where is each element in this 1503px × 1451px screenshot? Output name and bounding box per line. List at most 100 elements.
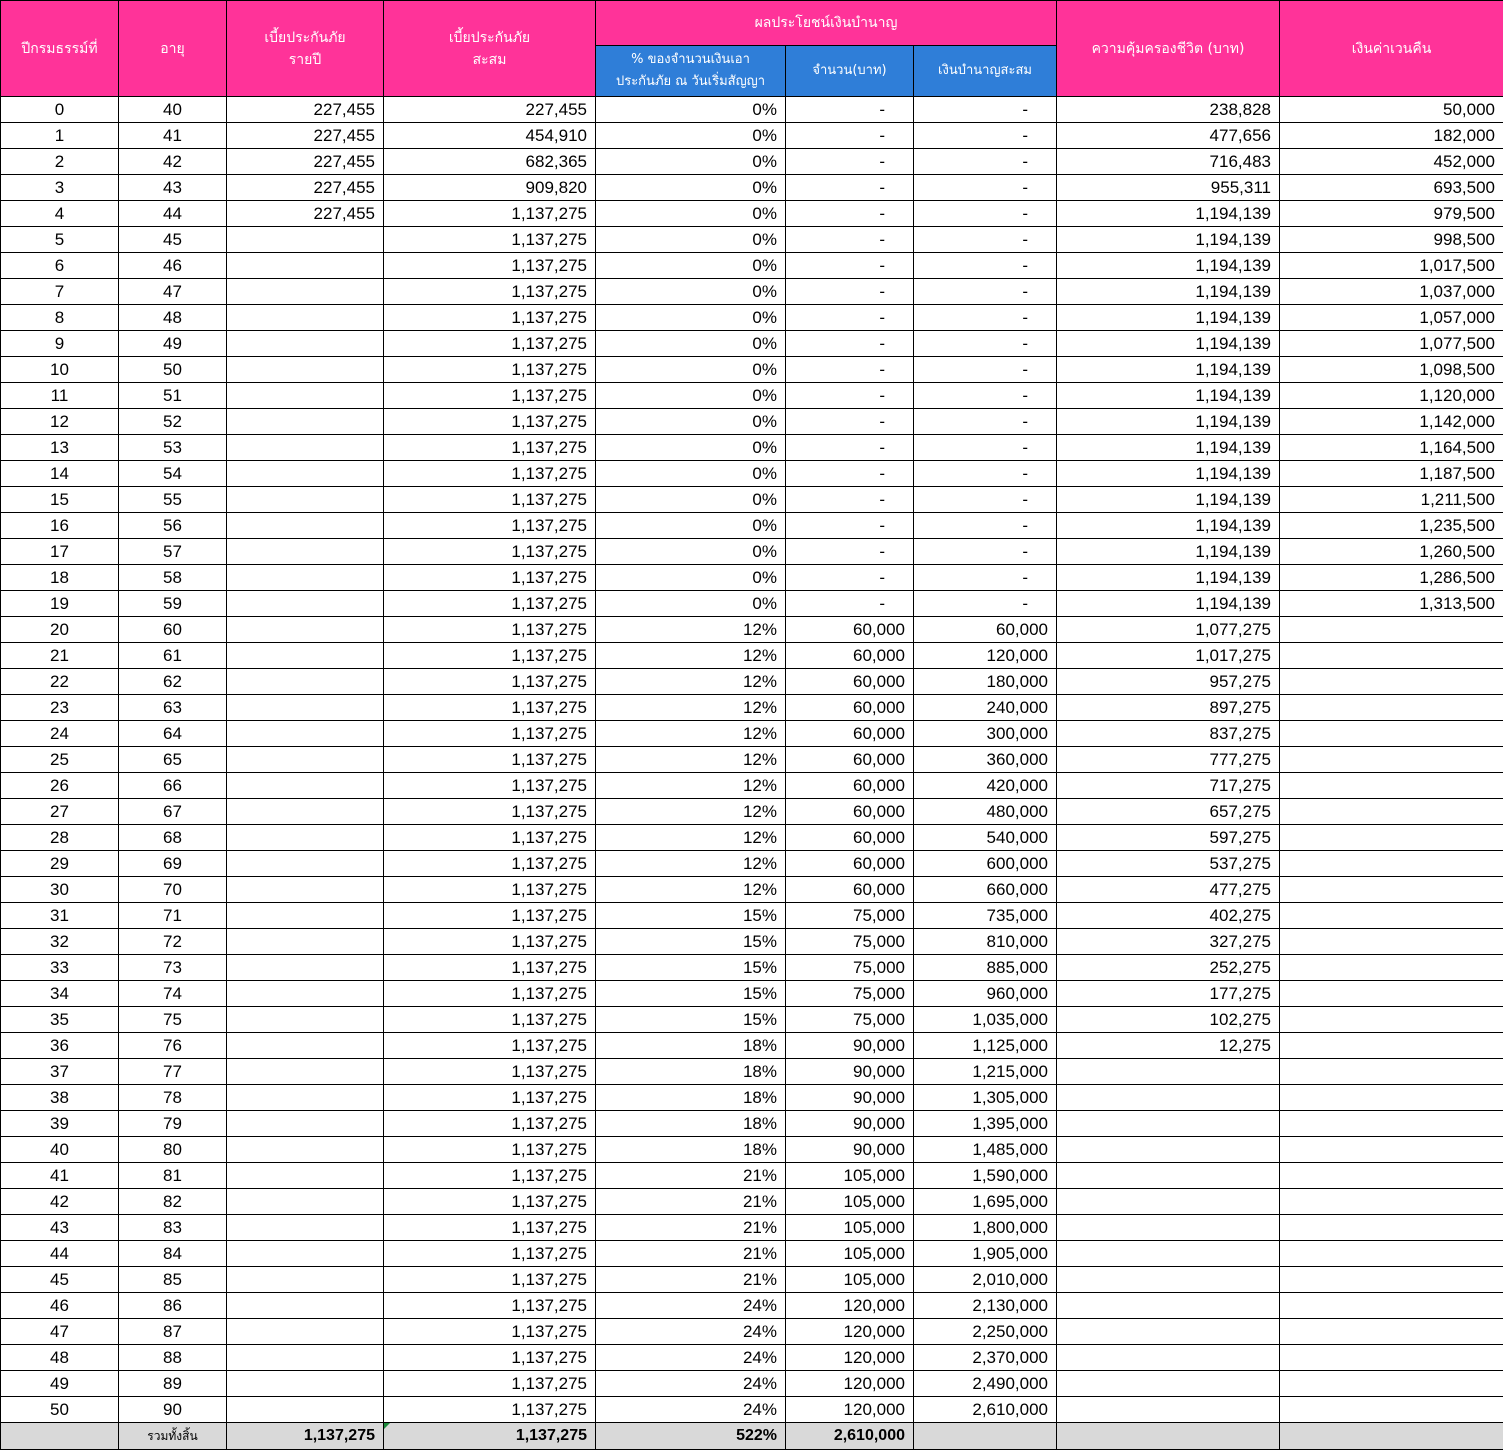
table-row: 26 66 1,137,275 12% 60,000 420,000 717,275 (0, 772, 1503, 799)
table-row: 36 76 1,137,275 18% 90,000 1,125,000 12,275 (0, 1032, 1503, 1059)
cell-surrender-value (1279, 746, 1503, 773)
table-row: 48 88 1,137,275 24% 120,000 2,370,000 (0, 1344, 1503, 1371)
cell-pension-percent: 0% (595, 148, 786, 175)
table-row: 7 47 1,137,275 0% - -1,194,139 1,037,000 (0, 278, 1503, 305)
cell-surrender-value (1279, 1344, 1503, 1371)
cell-age: 54 (118, 460, 227, 487)
cell-surrender-value (1279, 1292, 1503, 1319)
total-empty-cell (0, 1422, 119, 1450)
cell-pension-cumulative: 1,590,000 (913, 1162, 1057, 1189)
cell-cumulative-premium: 1,137,275 (383, 1292, 596, 1319)
cell-annual-premium (226, 1136, 384, 1163)
cell-cumulative-premium: 1,137,275 (383, 200, 596, 227)
cell-pension-cumulative: - (913, 538, 1057, 565)
cell-life-coverage: 1,077,275 (1056, 616, 1280, 643)
table-row: 45 85 1,137,275 21% 105,000 2,010,000 (0, 1266, 1503, 1293)
cell-policy-year: 3 (0, 174, 119, 201)
cell-pension-percent: 18% (595, 1032, 786, 1059)
cell-annual-premium (226, 1214, 384, 1241)
cell-life-coverage (1056, 1318, 1280, 1345)
cell-pension-amount: - (785, 278, 914, 305)
cell-cumulative-premium: 227,455 (383, 96, 596, 123)
cell-surrender-value: 1,057,000 (1279, 304, 1503, 331)
cell-pension-percent: 0% (595, 122, 786, 149)
cell-pension-percent: 0% (595, 304, 786, 331)
cell-cumulative-premium: 1,137,275 (383, 304, 596, 331)
cell-pension-amount: - (785, 252, 914, 279)
cell-annual-premium (226, 434, 384, 461)
total-empty-cell (913, 1422, 1057, 1450)
cell-age: 89 (118, 1370, 227, 1397)
cell-surrender-value (1279, 1058, 1503, 1085)
cell-pension-cumulative: 1,695,000 (913, 1188, 1057, 1215)
cell-surrender-value (1279, 1396, 1503, 1423)
cell-policy-year: 1 (0, 122, 119, 149)
cell-policy-year: 0 (0, 96, 119, 123)
cell-policy-year: 26 (0, 772, 119, 799)
cell-pension-percent: 0% (595, 278, 786, 305)
cell-pension-percent: 15% (595, 902, 786, 929)
cell-life-coverage: 957,275 (1056, 668, 1280, 695)
cell-surrender-value (1279, 954, 1503, 981)
cell-life-coverage: 238,828 (1056, 96, 1280, 123)
cell-life-coverage: 955,311 (1056, 174, 1280, 201)
cell-policy-year: 34 (0, 980, 119, 1007)
cell-pension-percent: 12% (595, 694, 786, 721)
header-annual-premium: เบี้ยประกันภัย รายปี (226, 0, 384, 97)
cell-pension-cumulative: 2,130,000 (913, 1292, 1057, 1319)
cell-life-coverage: 1,194,139 (1056, 200, 1280, 227)
cell-policy-year: 47 (0, 1318, 119, 1345)
cell-annual-premium (226, 460, 384, 487)
cell-life-coverage (1056, 1396, 1280, 1423)
header-pension-amount: จำนวน(บาท) (785, 45, 914, 97)
cell-age: 66 (118, 772, 227, 799)
cell-surrender-value (1279, 1188, 1503, 1215)
cell-pension-amount: 90,000 (785, 1084, 914, 1111)
cell-pension-percent: 12% (595, 720, 786, 747)
cell-pension-amount: 75,000 (785, 954, 914, 981)
cell-pension-cumulative: 810,000 (913, 928, 1057, 955)
cell-pension-percent: 24% (595, 1292, 786, 1319)
cell-policy-year: 17 (0, 538, 119, 565)
cell-surrender-value: 1,120,000 (1279, 382, 1503, 409)
cell-cumulative-premium: 1,137,275 (383, 902, 596, 929)
cell-cumulative-premium: 1,137,275 (383, 772, 596, 799)
cell-policy-year: 30 (0, 876, 119, 903)
cell-annual-premium (226, 928, 384, 955)
table-row: 20 60 1,137,275 12% 60,000 60,000 1,077,275 (0, 616, 1503, 643)
cell-pension-percent: 15% (595, 980, 786, 1007)
cell-annual-premium (226, 876, 384, 903)
cell-cumulative-premium: 1,137,275 (383, 642, 596, 669)
cell-pension-amount: - (785, 564, 914, 591)
cell-surrender-value: 1,313,500 (1279, 590, 1503, 617)
cell-age: 53 (118, 434, 227, 461)
cell-cumulative-premium: 1,137,275 (383, 408, 596, 435)
cell-pension-cumulative: 2,490,000 (913, 1370, 1057, 1397)
cell-annual-premium (226, 1006, 384, 1033)
cell-surrender-value: 998,500 (1279, 226, 1503, 253)
cell-cumulative-premium: 1,137,275 (383, 538, 596, 565)
cell-pension-cumulative: 1,485,000 (913, 1136, 1057, 1163)
cell-age: 82 (118, 1188, 227, 1215)
cell-policy-year: 31 (0, 902, 119, 929)
cell-pension-amount: 105,000 (785, 1214, 914, 1241)
cell-cumulative-premium: 1,137,275 (383, 460, 596, 487)
cell-cumulative-premium: 1,137,275 (383, 564, 596, 591)
cell-life-coverage (1056, 1240, 1280, 1267)
cell-policy-year: 19 (0, 590, 119, 617)
cell-cumulative-premium: 1,137,275 (383, 720, 596, 747)
cell-pension-percent: 15% (595, 954, 786, 981)
cell-pension-cumulative: 360,000 (913, 746, 1057, 773)
cell-cumulative-premium: 1,137,275 (383, 876, 596, 903)
cell-pension-cumulative: - (913, 356, 1057, 383)
cell-surrender-value (1279, 616, 1503, 643)
cell-age: 60 (118, 616, 227, 643)
header-policy-year: ปีกรมธรรม์ที่ (0, 0, 119, 97)
cell-cumulative-premium: 1,137,275 (383, 252, 596, 279)
cell-policy-year: 41 (0, 1162, 119, 1189)
cell-policy-year: 15 (0, 486, 119, 513)
cell-surrender-value (1279, 772, 1503, 799)
cell-age: 46 (118, 252, 227, 279)
cell-life-coverage (1056, 1084, 1280, 1111)
cell-surrender-value (1279, 1032, 1503, 1059)
